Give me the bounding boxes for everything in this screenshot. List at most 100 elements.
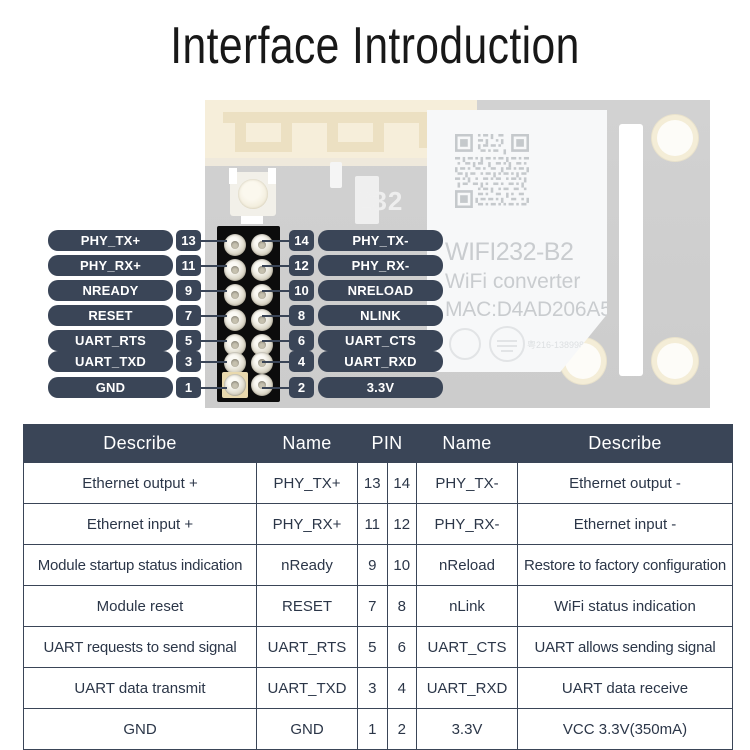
silkscreen-outline [330,162,342,188]
callout-label-gnd[interactable]: GND [48,377,173,398]
callout-label-phy_tx-[interactable]: PHY_TX- [318,230,443,251]
cell-name-left: UART_RTS [256,626,358,668]
callout-label-nlink[interactable]: NLINK [318,305,443,326]
cell-describe-left: Module startup status indication [23,544,257,586]
pin-pad-3 [224,352,246,374]
solder-pad [229,168,237,184]
cell-name-right: nLink [416,585,518,627]
cell-pin-left: 9 [357,544,388,586]
leader-line-12 [262,265,289,267]
label-description: WiFi converter [445,270,581,293]
th-describe-left: Describe [23,424,257,463]
page-title: Interface Introduction [170,17,580,75]
th-name-right: Name [416,424,518,463]
callout-pin-7[interactable]: 7 [176,305,201,326]
pin-pad-1 [224,374,246,396]
cell-describe-left: UART requests to send signal [23,626,257,668]
product-photo: 232 WIFI232-B2 WiFi converter MAC:D4AD20… [0,96,750,418]
callout-pin-14[interactable]: 14 [289,230,314,251]
cell-pin-left: 13 [357,462,388,504]
callout-pin-5[interactable]: 5 [176,330,201,351]
callout-pin-2[interactable]: 2 [289,377,314,398]
table-row: Ethernet output + PHY_TX+ 13 14 PHY_TX- Ether… [23,462,733,504]
label-cert-code: 粤216-138998 [527,340,585,350]
cell-name-right: UART_RXD [416,667,518,709]
callout-label-phy_tx+[interactable]: PHY_TX+ [48,230,173,251]
cell-pin-right: 12 [386,503,417,545]
callout-pin-6[interactable]: 6 [289,330,314,351]
callout-pin-13[interactable]: 13 [176,230,201,251]
callout-pin-9[interactable]: 9 [176,280,201,301]
solder-pad [268,168,276,184]
leader-line-3 [201,361,227,363]
callout-pin-3[interactable]: 3 [176,351,201,372]
cell-describe-right: UART allows sending signal [517,626,733,668]
cell-describe-right: VCC 3.3V(350mA) [517,708,733,750]
callout-label-uart_txd[interactable]: UART_TXD [48,351,173,372]
cell-name-left: PHY_RX+ [256,503,358,545]
callout-pin-12[interactable]: 12 [289,255,314,276]
cell-name-left: RESET [256,585,358,627]
solder-pad [241,216,263,224]
table-row: Ethernet input + PHY_RX+ 11 12 PHY_RX- Ethern… [23,503,733,545]
callout-label-uart_rxd[interactable]: UART_RXD [318,351,443,372]
antenna-trace [235,142,292,152]
cell-pin-left: 3 [357,667,388,709]
callout-pin-11[interactable]: 11 [176,255,201,276]
qr-code-icon [455,134,529,208]
leader-line-14 [262,240,289,242]
pin-pad-8 [251,309,273,331]
cell-name-left: PHY_TX+ [256,462,358,504]
cell-pin-left: 5 [357,626,388,668]
callout-label-3.3v[interactable]: 3.3V [318,377,443,398]
pin-pad-14 [251,234,273,256]
pin-pad-7 [224,309,246,331]
cell-name-left: GND [256,708,358,750]
callout-label-phy_rx-[interactable]: PHY_RX- [318,255,443,276]
cell-describe-left: UART data transmit [23,667,257,709]
cell-name-right: PHY_RX- [416,503,518,545]
cell-name-left: nReady [256,544,358,586]
srrc-mark-icon [489,326,525,362]
cell-pin-left: 1 [357,708,388,750]
callout-pin-10[interactable]: 10 [289,280,314,301]
leader-line-5 [201,340,227,342]
callout-label-nready[interactable]: NREADY [48,280,173,301]
product-label-sticker: WIFI232-B2 WiFi converter MAC:D4AD206A58… [427,110,607,372]
leader-line-6 [262,340,289,342]
table-row: GND GND 1 2 3.3V VCC 3.3V(350mA) [23,708,733,750]
cell-describe-left: Ethernet output + [23,462,257,504]
cell-name-right: PHY_TX- [416,462,518,504]
cell-pin-right: 14 [386,462,417,504]
table-row: UART data transmit UART_TXD 3 4 UART_RXD UART… [23,667,733,709]
table-header: Describe Name PIN Name Describe [23,424,733,463]
th-name-left: Name [256,424,358,463]
cell-describe-right: UART data receive [517,667,733,709]
leader-line-4 [262,361,289,363]
cell-name-right: nReload [416,544,518,586]
leader-line-2 [262,387,289,389]
callout-label-uart_cts[interactable]: UART_CTS [318,330,443,351]
silkscreen-text: 232 [357,186,404,216]
cell-pin-right: 4 [386,667,417,709]
pin-pad-2 [251,374,273,396]
th-describe-right: Describe [517,424,733,463]
cell-describe-left: Module reset [23,585,257,627]
cell-describe-right: WiFi status indication [517,585,733,627]
cell-pin-right: 10 [386,544,417,586]
callout-label-uart_rts[interactable]: UART_RTS [48,330,173,351]
cell-name-right: UART_CTS [416,626,518,668]
table-header-row: Describe Name PIN Name Describe [23,424,733,463]
callout-pin-4[interactable]: 4 [289,351,314,372]
table-row: Module startup status indication nReady 9 1… [23,544,733,586]
callout-pin-8[interactable]: 8 [289,305,314,326]
callout-label-reset[interactable]: RESET [48,305,173,326]
table-row: UART requests to send signal UART_RTS 5 6 UA… [23,626,733,668]
callout-label-nreload[interactable]: NRELOAD [318,280,443,301]
leader-line-7 [201,315,227,317]
leader-line-1 [201,387,227,389]
callout-label-phy_rx+[interactable]: PHY_RX+ [48,255,173,276]
callout-pin-1[interactable]: 1 [176,377,201,398]
leader-line-9 [201,290,227,292]
cell-describe-right: Ethernet output - [517,462,733,504]
